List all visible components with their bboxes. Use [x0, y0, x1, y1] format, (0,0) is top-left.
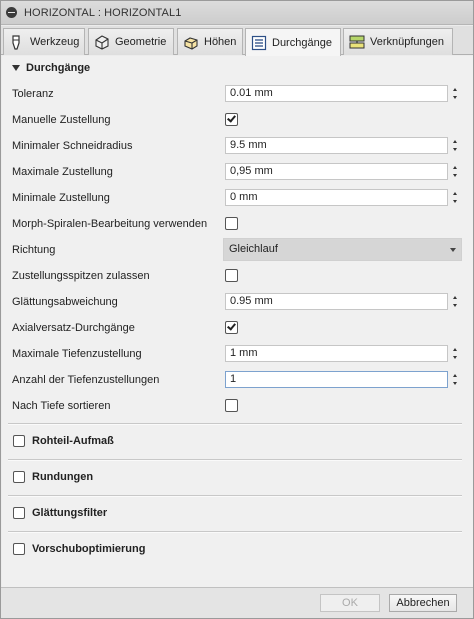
- divider: [8, 495, 462, 497]
- richtung-select[interactable]: Gleichlauf: [223, 238, 462, 261]
- tab-label: Verknüpfungen: [370, 36, 445, 48]
- nach-tiefe-label: Nach Tiefe sortieren: [12, 400, 111, 412]
- section-rundungen[interactable]: Rundungen: [13, 469, 93, 485]
- nach-tiefe-checkbox[interactable]: [225, 399, 238, 412]
- geometry-icon: [95, 35, 109, 50]
- min-zustellung-input[interactable]: 0 mm: [225, 189, 448, 206]
- section-checkbox[interactable]: [13, 435, 25, 447]
- tab-label: Durchgänge: [272, 36, 332, 49]
- collapse-dialog-icon[interactable]: [6, 7, 17, 18]
- window-title: HORIZONTAL : HORIZONTAL1: [24, 7, 182, 19]
- passes-panel: Durchgänge Toleranz 0.01 mm Manuelle Zus…: [2, 56, 473, 587]
- anzahl-tiefenzustellungen-input[interactable]: 1: [225, 371, 448, 388]
- section-label: Vorschuboptimierung: [32, 543, 146, 555]
- max-tiefenzustellung-input[interactable]: 1 mm: [225, 345, 448, 362]
- passes-icon: [251, 35, 267, 50]
- ok-button[interactable]: OK: [320, 594, 380, 612]
- manuelle-zustellung-label: Manuelle Zustellung: [12, 114, 111, 126]
- glaettungsabweichung-input[interactable]: 0.95 mm: [225, 293, 448, 310]
- morph-spiralen-label: Morph-Spiralen-Bearbeitung verwenden: [12, 218, 208, 230]
- morph-spiralen-checkbox[interactable]: [225, 217, 238, 230]
- section-rohteil-aufmass[interactable]: Rohteil-Aufmaß: [13, 433, 114, 449]
- section-label: Glättungsfilter: [32, 507, 108, 519]
- min-schneidradius-label: Minimaler Schneidradius: [12, 140, 133, 152]
- richtung-value: Gleichlauf: [229, 243, 278, 255]
- max-zustellung-spinner[interactable]: [450, 163, 460, 180]
- expand-triangle-icon: [12, 65, 20, 71]
- max-tiefenzustellung-spinner[interactable]: [450, 345, 460, 362]
- dialog-window: HORIZONTAL : HORIZONTAL1 Werkzeug Geomet…: [0, 0, 474, 619]
- dialog-footer: OK Abbrechen: [1, 587, 473, 618]
- tool-icon: [12, 35, 20, 50]
- manuelle-zustellung-checkbox[interactable]: [225, 113, 238, 126]
- divider: [8, 531, 462, 533]
- glaettungsabweichung-label: Glättungsabweichung: [12, 296, 118, 308]
- section-header-durchgaenge[interactable]: Durchgänge: [12, 59, 90, 77]
- section-checkbox[interactable]: [13, 543, 25, 555]
- section-label: Rundungen: [32, 471, 94, 483]
- min-schneidradius-spinner[interactable]: [450, 137, 460, 154]
- section-glaettungsfilter[interactable]: Glättungsfilter: [13, 505, 107, 521]
- glaettungsabweichung-spinner[interactable]: [450, 293, 460, 310]
- tab-verknuepfungen[interactable]: Verknüpfungen: [343, 28, 453, 55]
- section-label: Rohteil-Aufmaß: [32, 435, 114, 447]
- tab-hoehen[interactable]: Höhen: [177, 28, 243, 55]
- tab-geometrie[interactable]: Geometrie: [88, 28, 174, 55]
- zustellungsspitzen-checkbox[interactable]: [225, 269, 238, 282]
- linking-icon: [349, 35, 365, 49]
- tab-durchgaenge[interactable]: Durchgänge: [245, 28, 341, 56]
- max-zustellung-input[interactable]: 0,95 mm: [225, 163, 448, 180]
- divider: [8, 459, 462, 461]
- divider: [8, 423, 462, 425]
- min-schneidradius-input[interactable]: 9.5 mm: [225, 137, 448, 154]
- section-checkbox[interactable]: [13, 471, 25, 483]
- tab-label: Höhen: [204, 36, 237, 48]
- tab-werkzeug[interactable]: Werkzeug: [3, 28, 85, 55]
- max-zustellung-label: Maximale Zustellung: [12, 166, 113, 178]
- section-title: Durchgänge: [26, 62, 91, 74]
- chevron-down-icon: [450, 248, 456, 252]
- toleranz-spinner[interactable]: [450, 85, 460, 102]
- anzahl-tiefenzustellungen-label: Anzahl der Tiefenzustellungen: [12, 374, 160, 386]
- tab-label: Werkzeug: [30, 36, 80, 48]
- axialversatz-checkbox[interactable]: [225, 321, 238, 334]
- zustellungsspitzen-label: Zustellungsspitzen zulassen: [12, 270, 150, 282]
- toleranz-label: Toleranz: [12, 88, 54, 100]
- heights-icon: [184, 37, 198, 50]
- axialversatz-label: Axialversatz-Durchgänge: [12, 322, 135, 334]
- min-zustellung-label: Minimale Zustellung: [12, 192, 110, 204]
- anzahl-tiefenzustellungen-spinner[interactable]: [450, 371, 460, 388]
- section-vorschuboptimierung[interactable]: Vorschuboptimierung: [13, 541, 145, 557]
- max-tiefenzustellung-label: Maximale Tiefenzustellung: [12, 348, 142, 360]
- min-zustellung-spinner[interactable]: [450, 189, 460, 206]
- tab-bar: Werkzeug Geometrie Höhen Durchgänge Verk…: [1, 26, 473, 56]
- cancel-button[interactable]: Abbrechen: [389, 594, 457, 612]
- richtung-label: Richtung: [12, 244, 56, 256]
- tab-label: Geometrie: [115, 36, 167, 48]
- toleranz-input[interactable]: 0.01 mm: [225, 85, 448, 102]
- title-bar: HORIZONTAL : HORIZONTAL1: [1, 1, 473, 25]
- section-checkbox[interactable]: [13, 507, 25, 519]
